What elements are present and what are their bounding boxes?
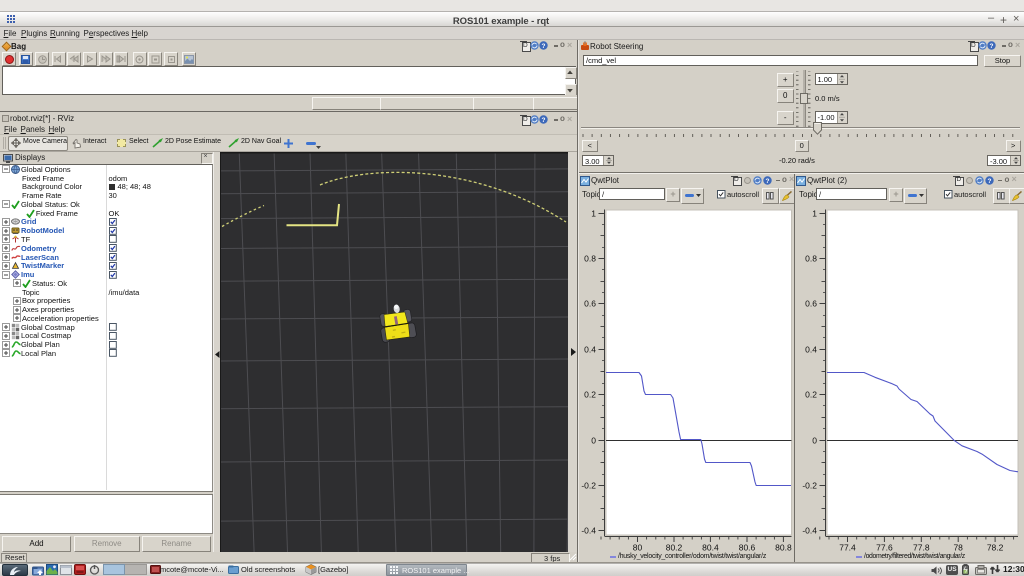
svg-text:1: 1	[812, 208, 817, 218]
svg-text:-0.4: -0.4	[581, 525, 596, 535]
svg-text:-0.2: -0.2	[581, 480, 596, 490]
svg-text:0.4: 0.4	[805, 344, 817, 354]
svg-text:1: 1	[591, 208, 596, 218]
svg-text:0.4: 0.4	[584, 344, 596, 354]
svg-text:80.4: 80.4	[702, 543, 719, 553]
svg-text:0.8: 0.8	[584, 253, 596, 263]
svg-text:78.2: 78.2	[987, 543, 1004, 553]
svg-text:78: 78	[953, 543, 963, 553]
svg-text:77.8: 77.8	[913, 543, 930, 553]
svg-text:0.2: 0.2	[584, 389, 596, 399]
svg-text:80.6: 80.6	[739, 543, 756, 553]
svg-text:?: ?	[990, 43, 994, 50]
svg-text:77.4: 77.4	[839, 543, 856, 553]
svg-text:0.2: 0.2	[805, 389, 817, 399]
svg-text:?: ?	[542, 117, 546, 124]
svg-text:77.6: 77.6	[876, 543, 893, 553]
svg-text:-0.4: -0.4	[802, 525, 817, 535]
svg-text:0.8: 0.8	[805, 253, 817, 263]
svg-text:-0.2: -0.2	[802, 480, 817, 490]
svg-text:?: ?	[542, 43, 546, 50]
svg-text:0.6: 0.6	[805, 298, 817, 308]
svg-text:80.2: 80.2	[666, 543, 683, 553]
svg-text:80: 80	[633, 543, 643, 553]
svg-text:80.8: 80.8	[775, 543, 792, 553]
svg-text:0: 0	[591, 435, 596, 445]
svg-text:0: 0	[812, 435, 817, 445]
svg-text:0.6: 0.6	[584, 298, 596, 308]
